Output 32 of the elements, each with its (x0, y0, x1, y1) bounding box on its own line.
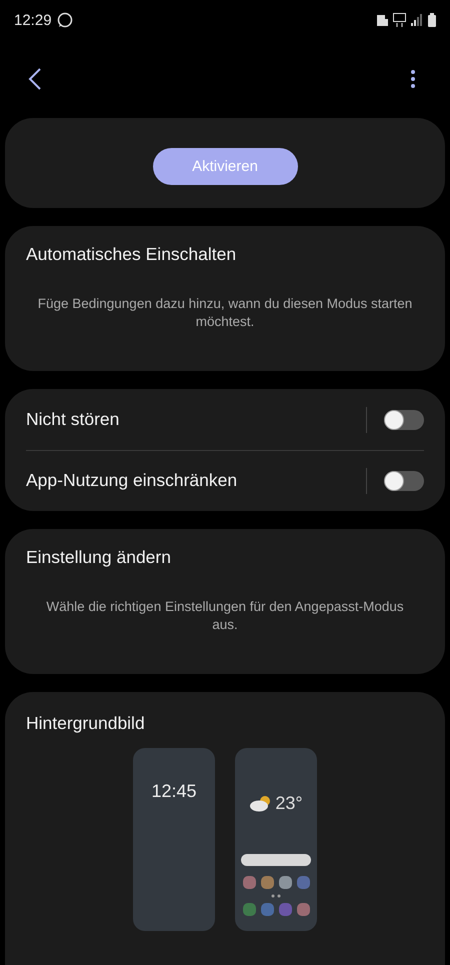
chat-app-icon (56, 12, 73, 28)
setting-label[interactable]: Nicht stören (26, 409, 366, 430)
clock-time: 12:45 (151, 781, 197, 802)
card-title: Hintergrundbild (26, 713, 146, 734)
card-title: Automatisches Einschalten (26, 244, 238, 265)
setting-label[interactable]: App-Nutzung einschränken (26, 470, 366, 491)
card-description: Füge Bedingungen dazu hinzu, wann du diesen Modus starten möchtest. (36, 295, 414, 331)
page-dots-icon (271, 894, 281, 898)
app-icon (242, 876, 256, 889)
app-icon (296, 876, 310, 889)
card-background[interactable]: Automatisches Einschalten Füge Bedingungen dazu hinzu, wann du diesen Modus starten möchtest. (5, 226, 445, 371)
toggle-switch[interactable] (384, 410, 424, 430)
app-icon (260, 876, 274, 889)
battery-icon (428, 13, 436, 27)
app-icon (260, 903, 274, 916)
card-title: Einstellung ändern (26, 547, 172, 568)
app-icon (242, 903, 256, 916)
app-icon (278, 876, 292, 889)
app-icon (296, 903, 310, 916)
temperature: 23° (275, 793, 303, 814)
search-bar-drawing (241, 854, 311, 866)
building-icon (376, 14, 388, 26)
more-options-icon[interactable] (410, 69, 416, 89)
card-description: Wähle die richtigen Einstellungen für den Angepasst-Modus aus. (45, 598, 405, 634)
card-background[interactable]: Einstellung ändern Wähle die richtigen Einstellungen für den Angepasst-Modus aus. (5, 529, 445, 674)
app-icon (278, 903, 292, 916)
lock-screen-preview[interactable]: 12:45 (133, 748, 215, 931)
signal-icon (411, 14, 423, 26)
home-screen-preview[interactable]: 23° (235, 748, 317, 931)
toggle-switch[interactable] (384, 470, 424, 490)
back-icon[interactable] (28, 67, 42, 91)
status-time: 12:29 (14, 12, 52, 28)
